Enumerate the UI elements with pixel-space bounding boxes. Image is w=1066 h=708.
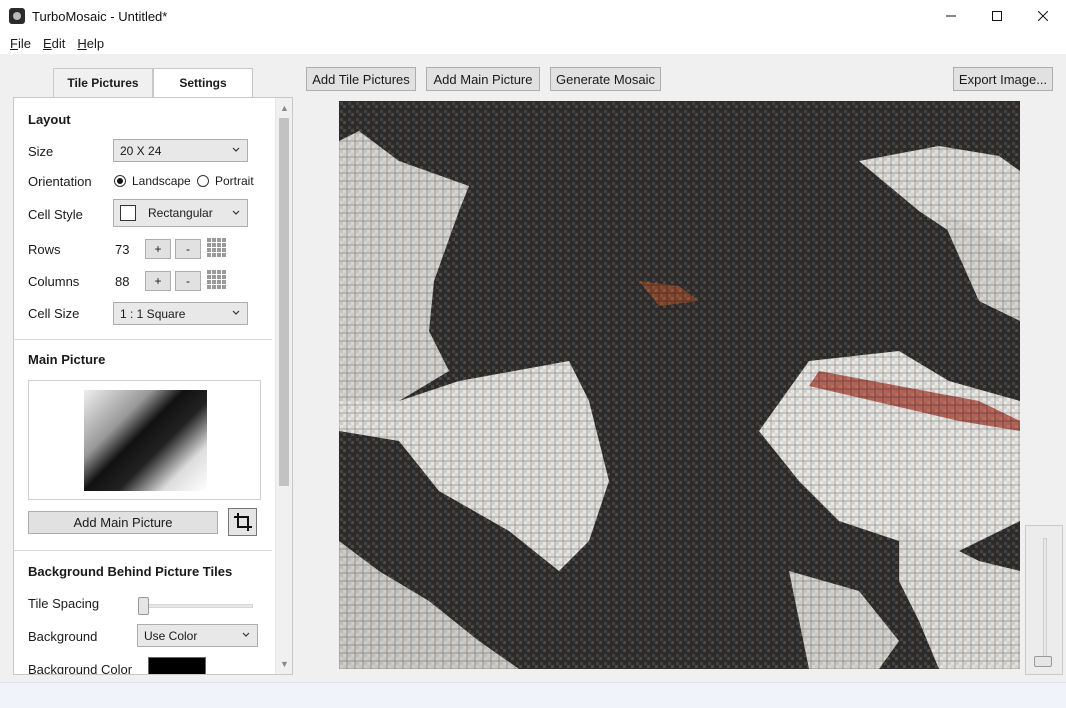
scroll-up-icon[interactable]: ▲	[276, 100, 292, 116]
maximize-icon	[992, 11, 1002, 21]
landscape-label: Landscape	[132, 174, 191, 188]
columns-minus-button[interactable]: -	[175, 271, 201, 291]
zoom-slider[interactable]	[1034, 656, 1052, 667]
columns-value: 88	[115, 274, 130, 289]
cell-style-label: Cell Style	[28, 207, 83, 222]
main-picture-thumbnail	[84, 390, 207, 491]
chevron-down-icon	[232, 310, 240, 315]
portrait-radio[interactable]	[197, 175, 209, 187]
tile-spacing-label: Tile Spacing	[28, 596, 100, 611]
rows-label: Rows	[28, 242, 61, 257]
menu-edit-mnemonic: E	[42, 35, 52, 51]
menu-file-mnemonic: F	[10, 35, 18, 51]
columns-plus-button[interactable]: +	[145, 271, 171, 291]
menu-file[interactable]: File	[4, 36, 37, 51]
rows-value: 73	[115, 242, 130, 257]
status-bar	[0, 682, 1066, 708]
tile-spacing-track[interactable]	[140, 604, 253, 608]
add-main-picture-toolbar-button[interactable]: Add Main Picture	[426, 67, 540, 91]
cell-style-select[interactable]: Rectangular	[113, 199, 248, 227]
close-button[interactable]	[1020, 0, 1066, 32]
tab-settings[interactable]: Settings	[153, 68, 253, 98]
settings-scrollbar[interactable]: ▲ ▼	[275, 98, 292, 674]
chevron-down-icon	[232, 147, 240, 152]
section-divider	[14, 339, 272, 340]
app-icon	[9, 8, 25, 24]
close-icon	[1038, 11, 1048, 21]
main-picture-preview	[28, 380, 261, 500]
rectangle-icon	[120, 205, 136, 221]
background-label: Background	[28, 629, 98, 644]
menu-file-label: ile	[17, 35, 31, 51]
cell-size-select[interactable]: 1 : 1 Square	[113, 302, 248, 325]
menu-help[interactable]: Help	[71, 36, 110, 51]
zoom-panel	[1025, 525, 1063, 675]
background-color-swatch[interactable]	[148, 657, 206, 674]
menu-help-label: elp	[86, 35, 105, 51]
tile-spacing-slider[interactable]	[138, 597, 149, 615]
cell-style-value: Rectangular	[148, 206, 213, 220]
background-section-title: Background Behind Picture Tiles	[28, 564, 233, 579]
rows-plus-button[interactable]: +	[145, 239, 171, 259]
background-select-value: Use Color	[144, 628, 198, 643]
settings-panel: Layout Size 20 X 24 Orientation Landscap…	[13, 97, 293, 675]
size-select[interactable]: 20 X 24	[113, 139, 248, 162]
rows-minus-button[interactable]: -	[175, 239, 201, 259]
mosaic-image	[339, 101, 1020, 669]
chevron-down-icon	[232, 210, 240, 215]
layout-section-title: Layout	[28, 112, 71, 127]
size-label: Size	[28, 144, 54, 159]
window-title: TurboMosaic - Untitled*	[32, 8, 168, 24]
background-select[interactable]: Use Color	[137, 624, 258, 647]
scroll-down-icon[interactable]: ▼	[276, 656, 292, 672]
main-picture-section-title: Main Picture	[28, 352, 106, 367]
add-tile-pictures-button[interactable]: Add Tile Pictures	[306, 67, 416, 91]
scroll-thumb[interactable]	[279, 118, 289, 486]
columns-grid-icon[interactable]	[207, 270, 227, 290]
maximize-button[interactable]	[974, 0, 1020, 32]
mosaic-canvas[interactable]	[339, 101, 1020, 669]
section-divider	[14, 550, 272, 551]
columns-label: Columns	[28, 274, 80, 289]
orientation-label: Orientation	[28, 174, 92, 189]
generate-mosaic-button[interactable]: Generate Mosaic	[550, 67, 661, 91]
menu-help-mnemonic: H	[77, 35, 87, 51]
tab-tile-pictures[interactable]: Tile Pictures	[53, 68, 153, 97]
menu-edit-label: dit	[51, 35, 66, 51]
minimize-icon	[946, 15, 956, 17]
rows-grid-icon[interactable]	[207, 238, 227, 258]
title-bar: TurboMosaic - Untitled*	[0, 0, 1066, 32]
cell-size-value: 1 : 1 Square	[120, 306, 186, 321]
menu-edit[interactable]: Edit	[37, 36, 71, 51]
menu-bar: File Edit Help	[0, 32, 1066, 54]
zoom-track[interactable]	[1043, 538, 1047, 663]
window-controls	[928, 0, 1066, 32]
export-image-button[interactable]: Export Image...	[953, 67, 1053, 91]
portrait-label: Portrait	[215, 174, 254, 188]
add-main-picture-button[interactable]: Add Main Picture	[28, 511, 218, 534]
cell-size-label: Cell Size	[28, 306, 80, 321]
landscape-radio[interactable]	[114, 175, 126, 187]
background-color-label: Background Color	[28, 662, 133, 675]
size-select-value: 20 X 24	[120, 143, 162, 158]
chevron-down-icon	[242, 632, 250, 637]
crop-button[interactable]	[228, 508, 257, 536]
crop-icon	[233, 513, 252, 531]
minimize-button[interactable]	[928, 0, 974, 32]
